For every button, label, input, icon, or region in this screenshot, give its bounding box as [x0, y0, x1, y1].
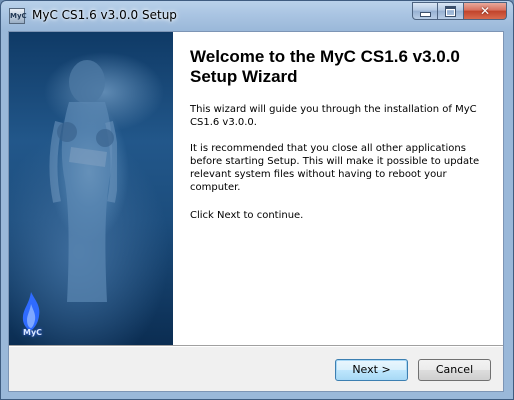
logo-text: MyC: [23, 328, 43, 337]
installer-window: MyC MyC CS1.6 v3.0.0 Setup ✕ MyC Welcome…: [0, 0, 514, 400]
close-icon: ✕: [479, 4, 491, 18]
continue-paragraph: Click Next to continue.: [190, 210, 304, 221]
title-bar[interactable]: MyC MyC CS1.6 v3.0.0 Setup ✕: [1, 1, 513, 31]
wizard-client-area: MyC Welcome to the MyC CS1.6 v3.0.0 Setu…: [8, 31, 504, 392]
figure-illustration: [49, 60, 117, 302]
close-button[interactable]: ✕: [464, 2, 507, 20]
maximize-icon: [445, 5, 456, 17]
intro-paragraph: This wizard will guide you through the i…: [190, 104, 477, 128]
recommendation-paragraph: It is recommended that you close all oth…: [190, 143, 480, 193]
welcome-content: Welcome to the MyC CS1.6 v3.0.0 Setup Wi…: [173, 32, 503, 345]
page-title: Welcome to the MyC CS1.6 v3.0.0 Setup Wi…: [190, 47, 460, 86]
cancel-button[interactable]: Cancel: [418, 359, 491, 381]
next-button[interactable]: Next >: [335, 359, 408, 381]
button-area-divider: [9, 345, 503, 347]
minimize-icon: [419, 12, 431, 17]
welcome-banner-image: MyC: [9, 32, 173, 345]
app-icon[interactable]: MyC: [9, 8, 27, 24]
minimize-button[interactable]: [412, 2, 438, 20]
window-title: MyC CS1.6 v3.0.0 Setup: [32, 8, 177, 22]
maximize-button[interactable]: [438, 2, 464, 20]
caption-buttons: ✕: [412, 2, 507, 21]
